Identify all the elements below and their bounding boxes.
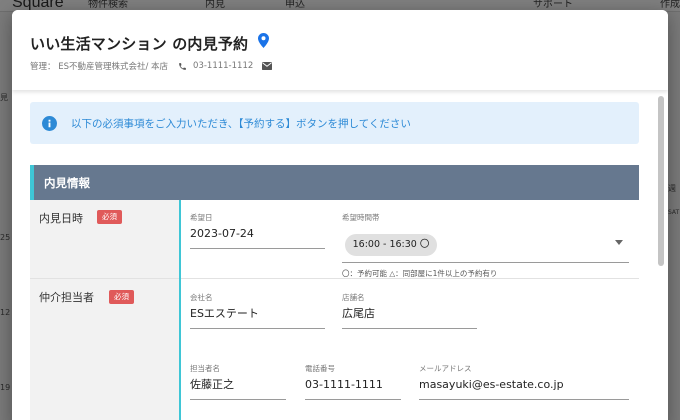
field-underline: [190, 399, 286, 400]
desired-date-label: 希望日: [190, 213, 213, 222]
viewing-reservation-modal: いい生活マンション の内見予約 管理： ES不動産管理株式会社/ 本店 03-1…: [12, 10, 668, 420]
required-badge: 必須: [97, 210, 122, 224]
field-underline: [190, 328, 325, 329]
chevron-down-icon[interactable]: [615, 240, 623, 245]
phone-icon: [178, 62, 187, 71]
info-message: 以下の必須事項をご入力いただき、【予約する】ボタンを押してください: [71, 117, 411, 130]
person-name-label: 担当者名: [190, 364, 220, 373]
availability-legend: 〇：予約可能 △：同部屋に1件以上の予約有り: [342, 269, 498, 278]
company-name-field[interactable]: 会社名 ESエステート: [190, 292, 325, 329]
modal-title: いい生活マンション の内見予約: [30, 35, 249, 53]
modal-scrollbar[interactable]: [658, 96, 664, 266]
desired-date-field[interactable]: 希望日 2023-07-24: [190, 212, 325, 249]
desired-date-value[interactable]: 2023-07-24: [190, 226, 325, 242]
store-name-label: 店舗名: [342, 293, 365, 302]
mail-icon[interactable]: [262, 62, 273, 70]
email-field[interactable]: メールアドレス masayuki@es-estate.co.jp: [419, 363, 629, 400]
phone-number-label: 電話番号: [305, 364, 335, 373]
label-divider: [179, 200, 181, 420]
manager-phone: 03-1111-1112: [193, 61, 254, 71]
company-name-value[interactable]: ESエステート: [190, 306, 325, 322]
company-name-label: 会社名: [190, 293, 213, 302]
field-underline: [342, 328, 477, 329]
viewing-datetime-label-cell: 内見日時 必須: [30, 200, 180, 278]
modal-body: 以下の必須事項をご入力いただき、【予約する】ボタンを押してください 内見情報 内…: [12, 90, 668, 420]
modal-subtitle: 管理： ES不動産管理株式会社/ 本店 03-1111-1112: [30, 60, 273, 72]
email-value[interactable]: masayuki@es-estate.co.jp: [419, 377, 629, 393]
email-label: メールアドレス: [419, 364, 472, 373]
desired-time-field[interactable]: 希望時間帯: [342, 212, 629, 224]
agent-label-cell: 仲介担当者 必須: [30, 279, 180, 420]
manager-text: 管理： ES不動産管理株式会社/ 本店: [30, 62, 169, 72]
person-name-value[interactable]: 佐藤正之: [190, 377, 286, 393]
info-banner: 以下の必須事項をご入力いただき、【予約する】ボタンを押してください: [30, 102, 639, 144]
store-name-field[interactable]: 店舗名 広尾店: [342, 292, 477, 329]
section-title: 内見情報: [44, 176, 90, 190]
desired-time-label: 希望時間帯: [342, 213, 380, 222]
phone-number-value[interactable]: 03-1111-1111: [305, 377, 401, 393]
map-pin-icon[interactable]: [258, 33, 269, 52]
phone-number-field[interactable]: 電話番号 03-1111-1111: [305, 363, 401, 400]
field-underline: [342, 262, 629, 263]
field-underline: [305, 399, 401, 400]
viewing-datetime-label: 内見日時: [39, 212, 83, 225]
section-header: 内見情報: [30, 165, 639, 200]
required-badge: 必須: [109, 290, 134, 304]
info-icon: [42, 115, 57, 131]
time-slot-chip[interactable]: 16:00 - 16:30 〇: [345, 234, 437, 256]
person-name-field[interactable]: 担当者名 佐藤正之: [190, 363, 286, 400]
field-underline: [190, 248, 325, 249]
modal-header: いい生活マンション の内見予約 管理： ES不動産管理株式会社/ 本店 03-1…: [12, 10, 668, 90]
field-underline: [419, 399, 629, 400]
store-name-value[interactable]: 広尾店: [342, 306, 477, 322]
agent-label: 仲介担当者: [39, 291, 94, 304]
